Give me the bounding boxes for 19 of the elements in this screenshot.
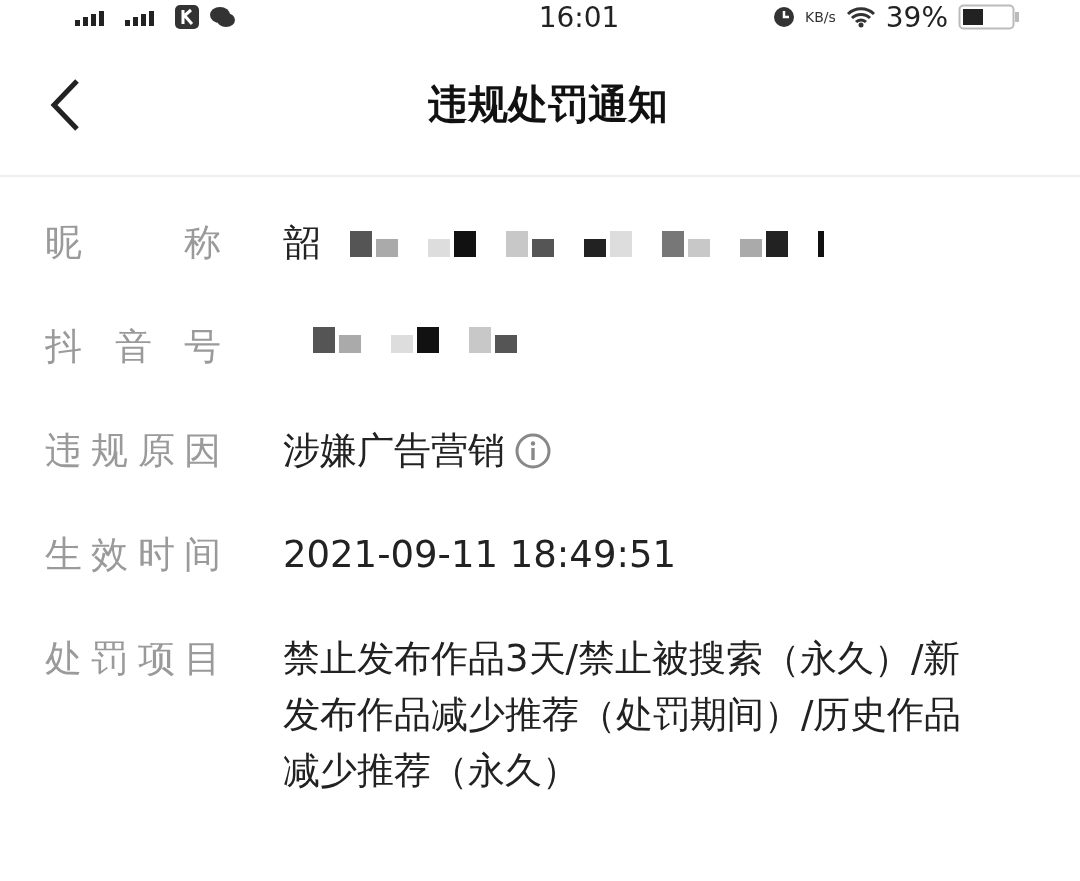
field-label: 昵称 — [45, 220, 221, 266]
battery-icon — [958, 4, 1020, 30]
field-label: 抖音号 — [45, 324, 221, 370]
field-value: 禁止发布作品3天/禁止被搜索（永久）/新发布作品减少推荐（处罚期间）/历史作品减少推荐（永久） — [283, 636, 963, 794]
wifi-icon — [845, 6, 876, 28]
field-value: 韶 — [283, 220, 320, 266]
field-label: 违规原因 — [45, 428, 221, 474]
clock-time: 16:01 — [538, 0, 620, 34]
info-icon[interactable] — [515, 433, 551, 469]
battery-percent: 39% — [885, 0, 948, 34]
field-label: 处罚项目 — [45, 636, 221, 682]
page-title: 违规处罚通知 — [426, 80, 669, 129]
app-icon — [175, 5, 199, 29]
alarm-icon — [772, 6, 795, 28]
chat-icon — [209, 6, 235, 28]
field-value: 2021-09-11 18:49:51 — [283, 532, 676, 578]
field-label: 生效时间 — [45, 532, 221, 578]
field-value: 涉嫌广告营销 — [283, 428, 505, 474]
network-speed-unit: KB/s — [804, 9, 836, 25]
